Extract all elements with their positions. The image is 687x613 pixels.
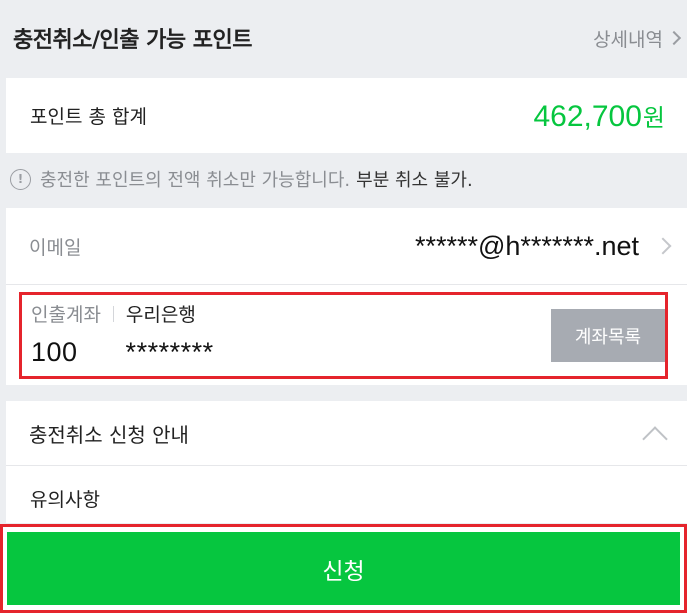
chevron-right-icon: [654, 237, 672, 255]
email-row[interactable]: 이메일 ******@h*******.net: [6, 208, 687, 285]
detail-link[interactable]: 상세내역: [593, 25, 682, 52]
bank-name: 우리은행: [125, 304, 196, 326]
notice-strong-text: 부분 취소 불가.: [356, 170, 473, 191]
withdraw-info-card: 이메일 ******@h*******.net 인출계좌 우리은행 100 **…: [6, 208, 687, 385]
withdraw-account-box: 인출계좌 우리은행 100 ******** 계좌목록: [19, 292, 668, 379]
guide-title: 충전취소 신청 안내: [29, 422, 189, 447]
guide-toggle[interactable]: 충전취소 신청 안내: [6, 401, 687, 466]
cancel-notice: ! 충전한 포인트의 전액 취소만 가능합니다. 부분 취소 불가.: [10, 165, 473, 193]
email-label: 이메일: [29, 236, 82, 259]
page-title: 충전취소/인출 가능 포인트: [13, 28, 253, 53]
page-header: 충전취소/인출 가능 포인트 상세내역: [0, 0, 687, 76]
submit-area: 신청: [0, 524, 687, 613]
guide-card: 충전취소 신청 안내 유의사항: [6, 401, 687, 523]
submit-button[interactable]: 신청: [7, 532, 680, 605]
divider: [112, 305, 114, 322]
point-total-amount: 462,700 원: [533, 98, 665, 134]
email-value: ******@h*******.net: [414, 230, 639, 261]
point-total-unit: 원: [642, 103, 665, 132]
account-list-button[interactable]: 계좌목록: [551, 309, 665, 362]
point-total-card: 포인트 총 합계 462,700 원: [6, 78, 687, 153]
point-total-value: 462,700: [533, 99, 642, 133]
detail-link-label: 상세내역: [593, 28, 663, 51]
info-icon: !: [10, 168, 31, 190]
account-number: 100 ********: [31, 337, 214, 367]
caution-heading: 유의사항: [30, 489, 100, 511]
notice-text: 충전한 포인트의 전액 취소만 가능합니다.: [40, 170, 351, 191]
account-label-row: 인출계좌 우리은행: [31, 300, 196, 327]
chevron-right-icon: [666, 30, 682, 46]
chevron-up-icon: [642, 426, 668, 452]
point-total-label: 포인트 총 합계: [30, 106, 147, 128]
account-label: 인출계좌: [31, 304, 101, 326]
